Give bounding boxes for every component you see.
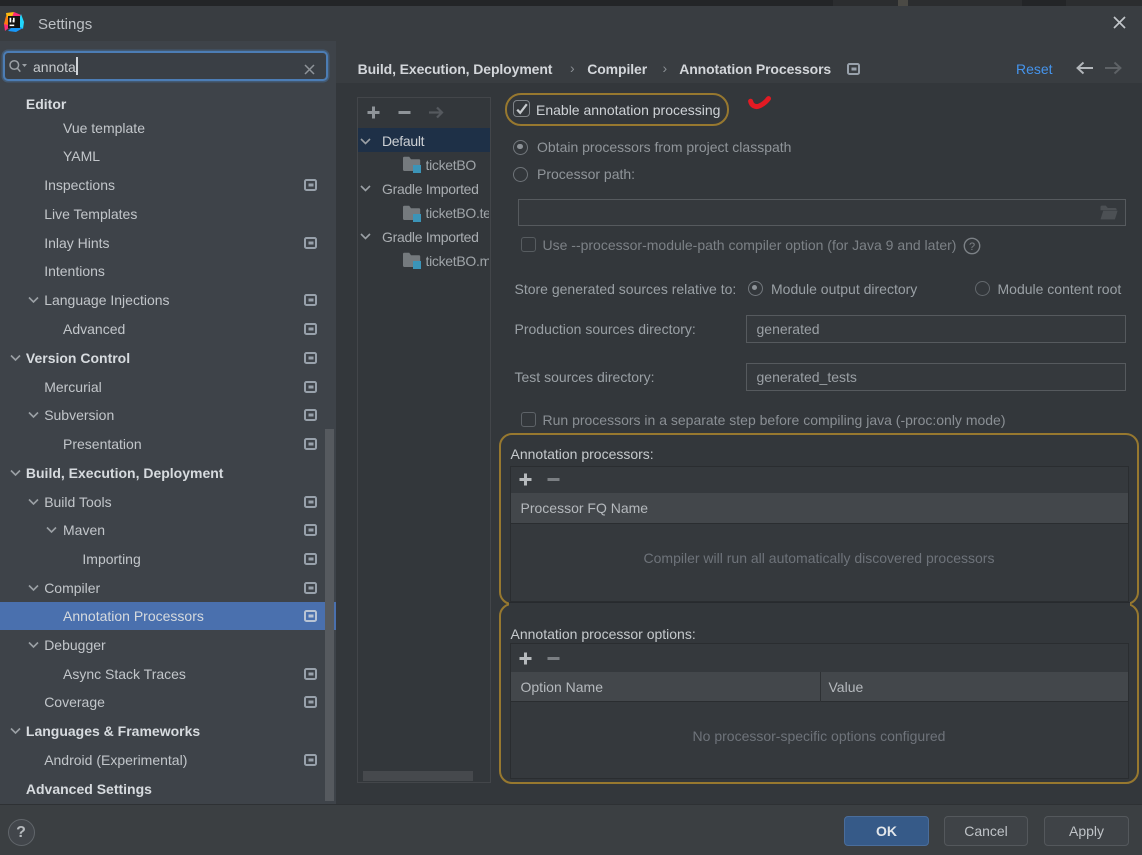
svg-text:?: ? [969,241,975,253]
